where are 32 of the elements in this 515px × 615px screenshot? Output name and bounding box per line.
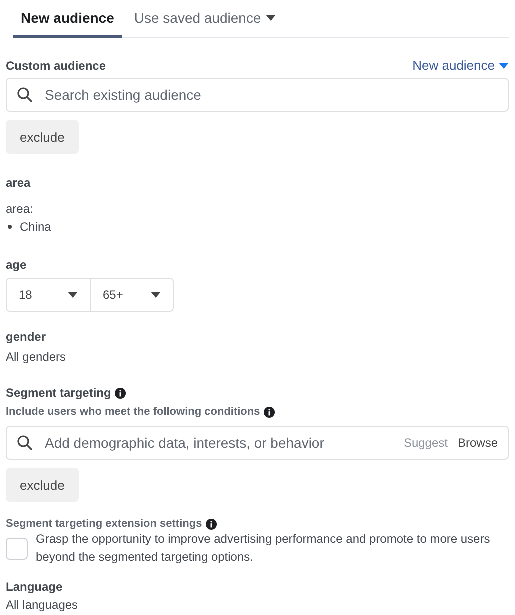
tab[interactable]: Use saved audience [126,0,284,38]
language-value: All languages [6,598,80,612]
area-item: China [20,220,52,234]
exclude-button[interactable]: exclude [6,468,79,502]
hint-text: Segment targeting extension settings [6,518,202,530]
new-audience-link[interactable]: New audience [412,58,509,73]
search-field[interactable]: Add demographic data, interests, or behavior Suggest Browse [6,426,509,460]
section-title: age [6,258,28,272]
section-title: gender [6,330,48,344]
search-input[interactable]: Add demographic data, interests, or behavior [43,434,394,452]
info-icon [206,518,218,530]
bullet-icon [8,225,12,229]
caret-icon [266,15,276,21]
caret-icon [499,62,509,68]
section-title: Language [6,580,64,594]
checkbox-label: Grasp the opportunity to improve advertising performance and promote to more users beyond the segmented targeting options. [36,531,492,566]
search-input[interactable]: Search existing audience [43,86,498,104]
hint-text: Include users who meet the following conditions [6,406,260,418]
section-title: Custom audience [6,59,106,73]
section-title: area [6,176,32,190]
info-icon [264,406,276,418]
browse-link[interactable]: Browse [458,436,498,450]
gender-value: All genders [6,350,68,364]
search-icon [17,87,33,103]
section-title: Segment targeting [6,386,112,400]
tab[interactable]: New audience [13,0,122,38]
checkbox[interactable] [6,538,28,560]
search-icon [17,435,33,451]
exclude-button[interactable]: exclude [6,120,79,154]
info-icon [115,388,126,398]
search-field[interactable]: Search existing audience [6,78,509,112]
area-label: area: [6,202,34,216]
